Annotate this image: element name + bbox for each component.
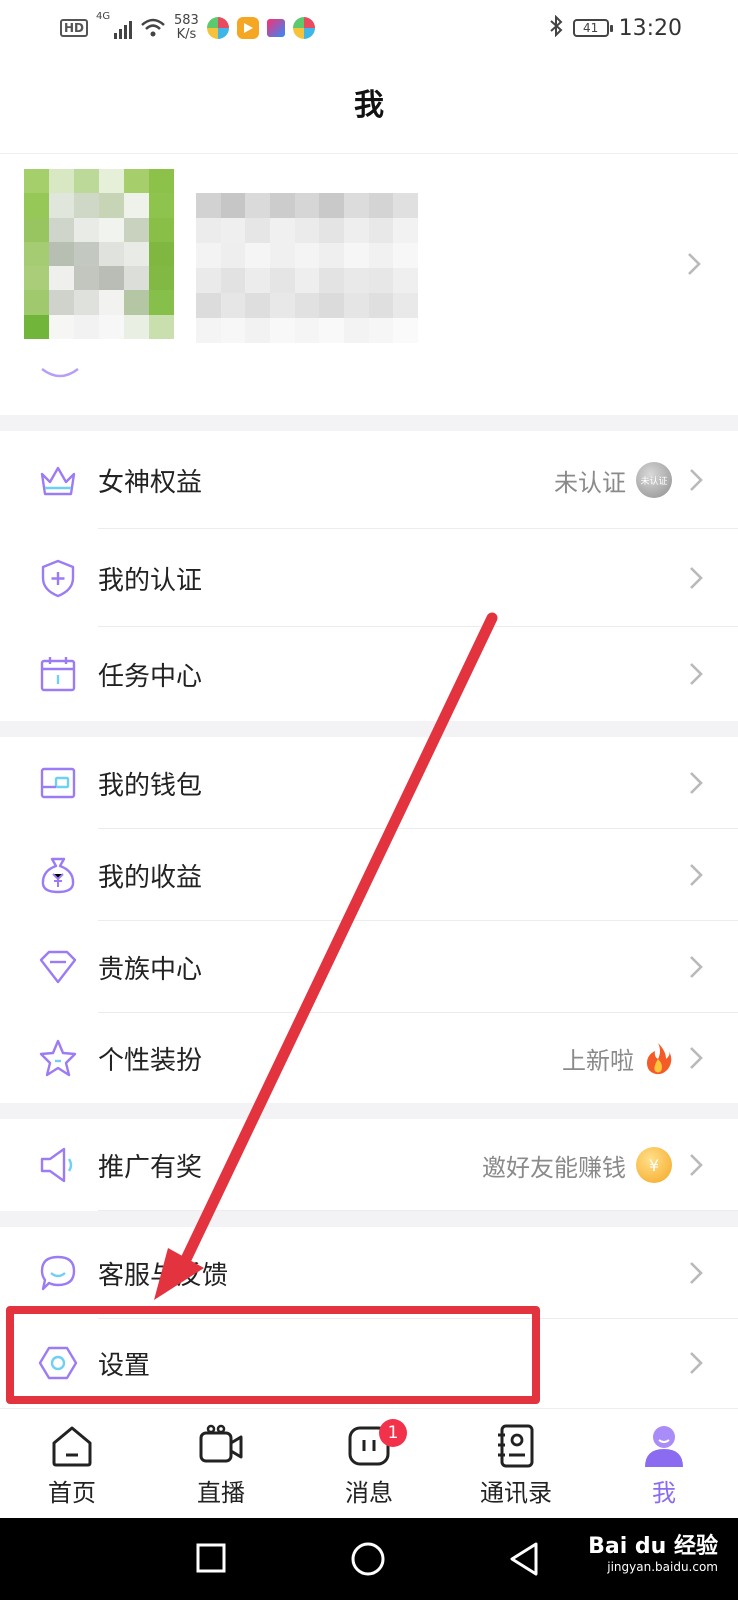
- section-divider: [0, 1103, 738, 1119]
- tab-label: 消息: [345, 1479, 393, 1507]
- system-nav-bar: Bai du 经验 jingyan.baidu.com: [0, 1518, 738, 1600]
- menu-label: 推广有奖: [98, 1152, 203, 1183]
- chevron-right-icon: [690, 1047, 703, 1069]
- menu-label: 个性装扮: [98, 1045, 203, 1076]
- network-speed: 583 K/s: [174, 14, 199, 42]
- menu-label: 我的钱包: [98, 770, 203, 801]
- clock: 13:20: [618, 15, 682, 41]
- menu-label: 客服与反馈: [98, 1260, 229, 1291]
- megaphone-icon: [40, 1147, 73, 1183]
- menu-item-goddess-rights[interactable]: 女神权益 未认证 未认证: [0, 431, 738, 529]
- menu-label: 任务中心: [98, 661, 203, 692]
- chevron-right-icon: [690, 567, 703, 589]
- tab-label: 直播: [197, 1479, 245, 1507]
- page-header: 我: [0, 58, 738, 154]
- chevron-right-icon: [690, 1352, 703, 1374]
- star-icon: [39, 1039, 77, 1077]
- tab-contacts[interactable]: 通讯录: [456, 1423, 576, 1508]
- profile-icon: [645, 1426, 683, 1467]
- partial-row-icon: [41, 367, 79, 378]
- network-type: 4G: [96, 11, 111, 22]
- baidu-watermark: Bai du 经验 jingyan.baidu.com: [588, 1528, 718, 1574]
- menu-item-my-earnings[interactable]: 我的收益: [0, 829, 738, 921]
- shield-icon: [41, 559, 75, 598]
- crown-icon: [40, 466, 76, 496]
- chevron-right-icon: [690, 864, 703, 886]
- tab-label: 我: [652, 1479, 676, 1507]
- avatar[interactable]: [24, 169, 174, 339]
- app-icon-1: [206, 17, 229, 39]
- chevron-right-icon: [688, 253, 701, 275]
- calendar-icon: [40, 657, 76, 692]
- unread-badge: 1: [379, 1419, 407, 1447]
- play-icon: [236, 17, 259, 39]
- section-divider: [0, 415, 738, 431]
- verify-status-text: 未认证: [554, 468, 626, 497]
- wallet-icon: [40, 767, 76, 799]
- menu-item-noble-center[interactable]: 贵族中心: [0, 921, 738, 1013]
- tab-live[interactable]: 直播: [161, 1423, 281, 1508]
- home-button[interactable]: [349, 1540, 387, 1578]
- invite-friends-text: 邀好友能赚钱: [482, 1153, 626, 1182]
- recent-apps-button[interactable]: [193, 1540, 229, 1576]
- app-icon-2: [292, 17, 315, 39]
- menu-item-personal-dress-up[interactable]: 个性装扮 上新啦: [0, 1013, 738, 1103]
- tab-me[interactable]: 我: [604, 1423, 724, 1508]
- highlight-box: [6, 1306, 540, 1404]
- tab-label: 首页: [48, 1479, 96, 1507]
- menu-label: 我的收益: [98, 862, 203, 893]
- page-title: 我: [354, 88, 384, 123]
- new-arrivals-text: 上新啦: [562, 1046, 634, 1075]
- tab-home[interactable]: 首页: [12, 1423, 132, 1508]
- menu-item-my-verification[interactable]: 我的认证: [0, 529, 738, 627]
- speed-value: 583: [174, 13, 199, 28]
- bottom-tab-bar: 首页 直播 1 消息 通讯录 我: [0, 1408, 738, 1518]
- watermark-url: jingyan.baidu.com: [607, 1560, 718, 1574]
- tab-label: 通讯录: [480, 1479, 552, 1507]
- back-button[interactable]: [506, 1540, 542, 1578]
- chevron-right-icon: [690, 772, 703, 794]
- battery-icon: 41: [572, 19, 613, 37]
- section-divider: [0, 721, 738, 737]
- status-bar: HD 4G 583 K/s 41 13:20: [0, 0, 738, 58]
- menu-item-my-wallet[interactable]: 我的钱包: [0, 737, 738, 829]
- chevron-right-icon: [690, 956, 703, 978]
- hd-indicator: HD: [60, 19, 89, 37]
- tab-messages[interactable]: 1 消息: [309, 1419, 429, 1508]
- menu-label: 贵族中心: [98, 954, 203, 985]
- coin-icon: ¥: [636, 1147, 672, 1183]
- menu-label: 女神权益: [98, 467, 203, 498]
- username-blurred: [196, 193, 418, 343]
- chevron-right-icon: [690, 469, 703, 491]
- bluetooth-icon: [549, 14, 563, 42]
- profile-card[interactable]: [0, 155, 738, 415]
- menu-item-task-center[interactable]: 任务中心: [0, 627, 738, 721]
- signal-icon: 4G: [96, 11, 133, 39]
- chevron-right-icon: [690, 663, 703, 685]
- money-bag-icon: [41, 857, 75, 894]
- watermark-brand: Bai du 经验: [588, 1534, 718, 1559]
- chevron-right-icon: [690, 1262, 703, 1284]
- chat-bubble-icon: [40, 1255, 76, 1291]
- unverified-badge-icon: 未认证: [636, 462, 672, 498]
- fire-icon: [647, 1043, 672, 1075]
- section-divider: [0, 1211, 738, 1227]
- menu-item-promotion-reward[interactable]: 推广有奖 邀好友能赚钱 ¥: [0, 1119, 738, 1211]
- youku-icon: [266, 19, 285, 37]
- speed-unit: K/s: [176, 27, 197, 42]
- diamond-icon: [39, 950, 77, 984]
- contacts-icon: [498, 1424, 534, 1468]
- menu-label: 我的认证: [98, 565, 203, 596]
- camera-icon: [199, 1424, 243, 1463]
- home-icon: [52, 1426, 92, 1467]
- chevron-right-icon: [690, 1154, 703, 1176]
- wifi-icon: [140, 17, 166, 39]
